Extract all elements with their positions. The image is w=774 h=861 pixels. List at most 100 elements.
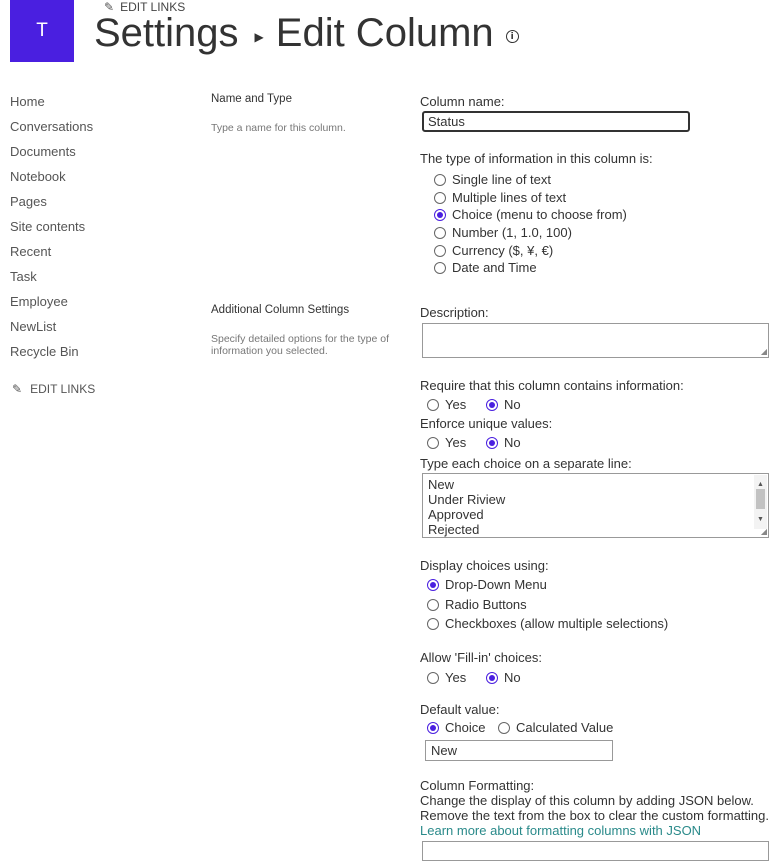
type-option-date-time[interactable]: Date and Time xyxy=(434,260,537,275)
formatting-json-link[interactable]: Learn more about formatting columns with… xyxy=(420,823,701,838)
type-option-label: Currency ($, ¥, €) xyxy=(452,243,554,258)
display-option-label: Radio Buttons xyxy=(445,597,527,612)
type-option-choice[interactable]: Choice (menu to choose from) xyxy=(434,207,627,222)
radio-button[interactable] xyxy=(427,398,439,411)
nav-item-pages[interactable]: Pages xyxy=(10,194,47,209)
radio-button[interactable] xyxy=(434,261,446,274)
resize-grip-icon[interactable]: ◢ xyxy=(761,348,767,356)
page-title: Settings ▶ Edit Column i xyxy=(94,11,519,56)
default-value-input[interactable]: New xyxy=(425,740,613,761)
choice-item: Rejected xyxy=(428,522,480,537)
breadcrumb-current: Edit Column xyxy=(275,11,494,55)
scroll-down-icon[interactable]: ▼ xyxy=(757,512,764,527)
radio-button[interactable] xyxy=(434,244,446,257)
display-label: Display choices using: xyxy=(420,558,549,573)
section-title-name-type: Name and Type xyxy=(211,93,292,105)
radio-button[interactable] xyxy=(427,617,439,630)
radio-button[interactable] xyxy=(434,173,446,186)
require-label: Require that this column contains inform… xyxy=(420,378,684,393)
no-label: No xyxy=(504,435,521,450)
nav-item-notebook[interactable]: Notebook xyxy=(10,169,66,184)
require-yes[interactable]: Yes xyxy=(427,397,466,412)
type-option-number[interactable]: Number (1, 1.0, 100) xyxy=(434,225,572,240)
choices-textarea[interactable]: New Under Riview Approved Rejected ▲ ▼ ◢ xyxy=(422,473,769,538)
radio-button-selected[interactable] xyxy=(486,398,498,411)
formatting-json-textarea[interactable] xyxy=(422,841,769,861)
formatting-desc-1: Change the display of this column by add… xyxy=(420,793,754,808)
type-option-label: Date and Time xyxy=(452,260,537,275)
display-option-dropdown[interactable]: Drop-Down Menu xyxy=(427,577,547,592)
radio-button[interactable] xyxy=(427,598,439,611)
type-option-label: Number (1, 1.0, 100) xyxy=(452,225,572,240)
radio-button[interactable] xyxy=(434,226,446,239)
chevron-right-icon: ▶ xyxy=(254,29,264,44)
type-option-label: Multiple lines of text xyxy=(452,190,567,205)
default-calculated[interactable]: Calculated Value xyxy=(498,720,613,735)
nav-item-newlist[interactable]: NewList xyxy=(10,319,56,334)
radio-button-selected[interactable] xyxy=(434,208,446,221)
nav-item-site-contents[interactable]: Site contents xyxy=(10,219,85,234)
formatting-label: Column Formatting: xyxy=(420,778,535,793)
nav-item-employee[interactable]: Employee xyxy=(10,294,68,309)
type-option-multiple-lines[interactable]: Multiple lines of text xyxy=(434,190,566,205)
yes-label: Yes xyxy=(445,397,467,412)
radio-button[interactable] xyxy=(427,671,439,684)
nav-item-documents[interactable]: Documents xyxy=(10,144,76,159)
type-option-label: Single line of text xyxy=(452,172,552,187)
breadcrumb-settings[interactable]: Settings xyxy=(94,11,239,56)
nav-item-recent[interactable]: Recent xyxy=(10,244,51,259)
no-label: No xyxy=(504,670,521,685)
resize-grip-icon[interactable]: ◢ xyxy=(761,528,767,536)
choice-item: Under Riview xyxy=(428,492,506,507)
type-option-single-line[interactable]: Single line of text xyxy=(434,172,551,187)
radio-button-selected[interactable] xyxy=(427,578,439,591)
site-logo[interactable]: T xyxy=(10,0,74,62)
type-label: The type of information in this column i… xyxy=(420,151,653,166)
display-option-checkboxes[interactable]: Checkboxes (allow multiple selections) xyxy=(427,616,668,631)
description-textarea[interactable]: ◢ xyxy=(422,323,769,358)
info-icon-glyph: i xyxy=(510,31,514,42)
require-no[interactable]: No xyxy=(486,397,521,412)
default-choice[interactable]: Choice xyxy=(427,720,485,735)
edit-links-nav[interactable]: ✎ EDIT LINKS xyxy=(12,382,95,396)
section-desc-additional-1: Specify detailed options for the type of xyxy=(211,333,390,345)
enforce-label: Enforce unique values: xyxy=(420,416,553,431)
pencil-icon: ✎ xyxy=(12,382,23,396)
nav-item-conversations[interactable]: Conversations xyxy=(10,119,93,134)
default-label: Default value: xyxy=(420,702,500,717)
display-option-label: Checkboxes (allow multiple selections) xyxy=(445,616,669,631)
default-calculated-label: Calculated Value xyxy=(516,720,614,735)
enforce-yes[interactable]: Yes xyxy=(427,435,466,450)
choice-item: Approved xyxy=(428,507,484,522)
column-name-label: Column name: xyxy=(420,94,505,109)
section-desc-additional-2: information you selected. xyxy=(211,345,328,357)
yes-label: Yes xyxy=(445,435,467,450)
fillin-label: Allow 'Fill-in' choices: xyxy=(420,650,542,665)
default-choice-label: Choice xyxy=(445,720,486,735)
radio-button[interactable] xyxy=(498,721,510,734)
column-name-input[interactable]: Status xyxy=(422,111,690,132)
choice-item: New xyxy=(428,477,455,492)
radio-button-selected[interactable] xyxy=(427,721,439,734)
fillin-yes[interactable]: Yes xyxy=(427,670,466,685)
logo-letter: T xyxy=(36,20,48,41)
radio-button[interactable] xyxy=(434,191,446,204)
fillin-no[interactable]: No xyxy=(486,670,521,685)
enforce-no[interactable]: No xyxy=(486,435,521,450)
section-title-additional: Additional Column Settings xyxy=(211,304,350,316)
nav-item-home[interactable]: Home xyxy=(10,94,45,109)
scrollbar[interactable]: ▲ ▼ xyxy=(754,475,767,529)
display-option-radio[interactable]: Radio Buttons xyxy=(427,597,527,612)
choices-label: Type each choice on a separate line: xyxy=(420,456,632,471)
radio-button-selected[interactable] xyxy=(486,436,498,449)
nav-item-task[interactable]: Task xyxy=(10,269,37,284)
nav-item-recycle-bin[interactable]: Recycle Bin xyxy=(10,344,79,359)
no-label: No xyxy=(504,397,521,412)
info-icon[interactable]: i xyxy=(505,30,519,43)
formatting-desc-2: Remove the text from the box to clear th… xyxy=(420,808,769,823)
radio-button-selected[interactable] xyxy=(486,671,498,684)
radio-button[interactable] xyxy=(427,436,439,449)
yes-label: Yes xyxy=(445,670,467,685)
type-option-currency[interactable]: Currency ($, ¥, €) xyxy=(434,243,553,258)
scrollbar-thumb[interactable] xyxy=(756,489,765,509)
